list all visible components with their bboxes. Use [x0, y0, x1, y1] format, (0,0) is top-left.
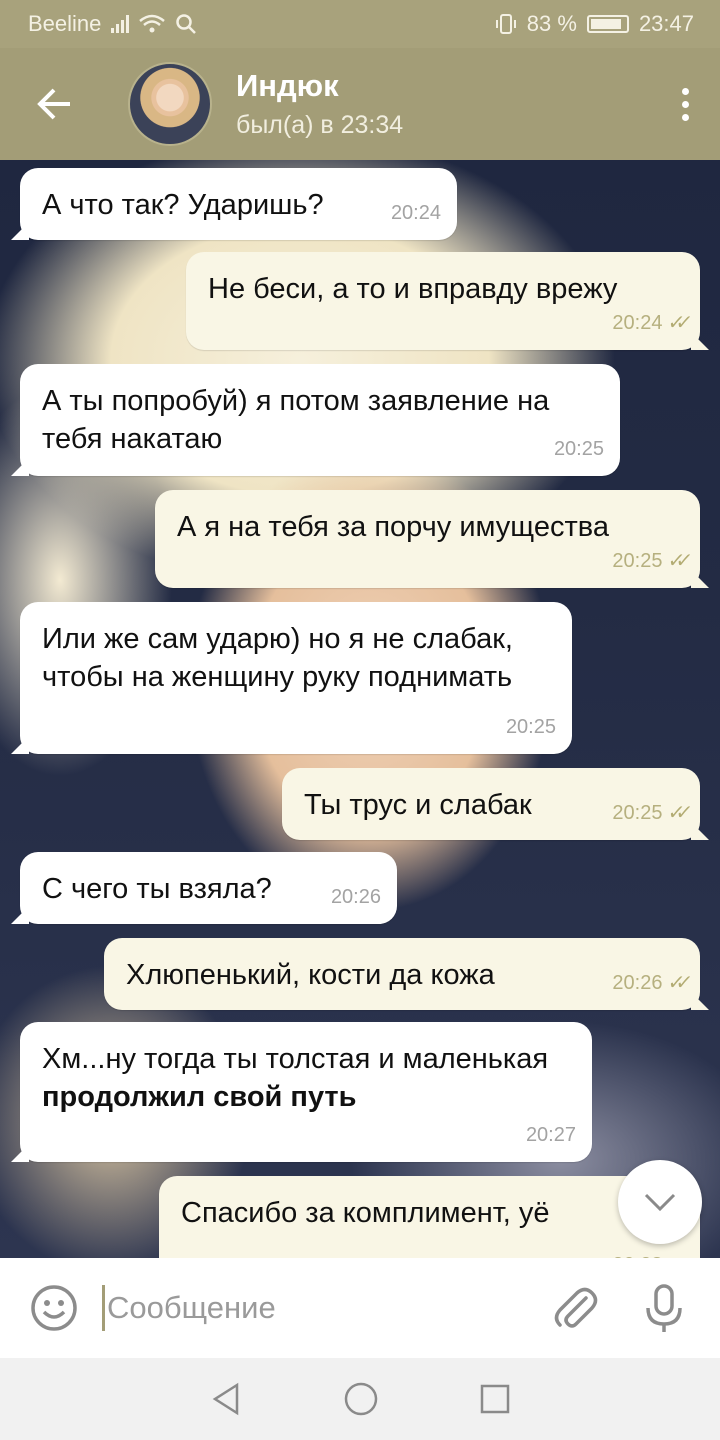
read-ticks-icon: ✓✓	[666, 802, 686, 824]
message-input-wrapper	[102, 1285, 542, 1331]
message-bubble-incoming[interactable]: С чего ты взяла? 20:26	[20, 852, 397, 924]
avatar[interactable]	[128, 62, 212, 146]
message-bubble-outgoing[interactable]: Ты трус и слабак 20:25 ✓✓	[282, 768, 700, 840]
contact-info[interactable]: Индюк был(а) в 23:34	[236, 67, 650, 141]
carrier-label: Beeline	[28, 11, 102, 36]
read-ticks-icon: ✓✓	[666, 550, 686, 572]
message-bold-text: продолжил свой путь	[42, 1081, 357, 1113]
message-input[interactable]	[107, 1290, 527, 1326]
message-text: Ты трус и слабак	[304, 789, 532, 821]
message-text: А я на тебя за порчу имущества	[177, 511, 609, 543]
message-bubble-incoming[interactable]: А что так? Ударишь? 20:24	[20, 168, 457, 240]
contact-name: Индюк	[236, 68, 339, 103]
more-vertical-icon[interactable]	[650, 48, 720, 160]
message-text: Спасибо за комплимент, уё	[181, 1197, 550, 1229]
last-seen-status: был(а) в 23:34	[236, 111, 404, 139]
back-button[interactable]	[0, 48, 110, 160]
message-text: Не беси, а то и вправду врежу	[208, 273, 618, 305]
message-text: Или же сам ударю) но я не слабак, чтобы …	[42, 623, 513, 693]
microphone-icon[interactable]	[636, 1280, 692, 1336]
message-time: 20:27	[525, 1124, 576, 1146]
message-time: 20:25	[612, 550, 663, 572]
read-ticks-icon: ✓✓	[666, 972, 686, 994]
message-time: 20:26	[330, 886, 381, 908]
message-time: 20:25	[553, 438, 604, 460]
message-bubble-outgoing[interactable]: Хлюпенький, кости да кожа 20:26 ✓✓	[104, 938, 700, 1010]
arrow-left-icon	[37, 88, 70, 120]
smiley-icon[interactable]	[28, 1282, 80, 1334]
message-bubble-incoming[interactable]: А ты попробуй) я потом заявление на тебя…	[20, 364, 620, 476]
message-time: 20:25	[612, 802, 663, 824]
message-bubble-outgoing[interactable]: Спасибо за комплимент, уё 20:28 ✓✓	[159, 1176, 700, 1258]
message-time: 20:24	[612, 312, 663, 334]
vibrate-icon	[495, 14, 516, 34]
clock: 23:47	[638, 11, 694, 36]
message-bubble-incoming[interactable]: Или же сам ударю) но я не слабак, чтобы …	[20, 602, 572, 754]
message-text: Хлюпенький, кости да кожа	[126, 959, 495, 991]
message-time: 20:28	[612, 1246, 662, 1258]
system-navigation-bar	[0, 1358, 720, 1440]
message-time: 20:26	[612, 972, 663, 994]
read-ticks-icon: ✓✓	[666, 1246, 687, 1258]
status-bar: Beeline 83 % 23:47	[0, 0, 720, 48]
chevron-down-icon	[644, 1193, 676, 1212]
paperclip-icon[interactable]	[546, 1280, 602, 1336]
message-list[interactable]: А что так? Ударишь? 20:24 Не беси, а то …	[0, 160, 720, 1258]
chat-header: Индюк был(а) в 23:34	[0, 48, 720, 160]
message-text: А ты попробуй) я потом заявление на тебя…	[42, 385, 550, 455]
nav-back-icon[interactable]	[209, 1382, 243, 1416]
nav-home-icon[interactable]	[343, 1381, 379, 1417]
message-composer	[0, 1258, 720, 1358]
message-bubble-incoming[interactable]: Хм...ну тогда ты толстая и маленькая про…	[20, 1022, 592, 1162]
read-ticks-icon: ✓✓	[666, 312, 686, 334]
scroll-down-button[interactable]	[618, 1160, 702, 1244]
signal-icon	[111, 15, 130, 33]
battery-percent: 83 %	[526, 11, 577, 36]
message-text: А что так? Ударишь?	[42, 189, 324, 221]
wifi-icon	[139, 14, 166, 33]
message-bubble-outgoing[interactable]: Не беси, а то и вправду врежу 20:24 ✓✓	[186, 252, 700, 350]
message-time: 20:24	[390, 202, 441, 224]
message-text: С чего ты взяла?	[42, 873, 272, 905]
text-cursor	[102, 1285, 105, 1331]
message-text: Хм...ну тогда ты толстая и маленькая	[42, 1043, 549, 1075]
message-bubble-outgoing[interactable]: А я на тебя за порчу имущества 20:25 ✓✓	[155, 490, 700, 588]
nav-recents-icon[interactable]	[479, 1383, 511, 1415]
message-time: 20:25	[505, 716, 556, 738]
search-icon	[176, 14, 197, 34]
battery-icon	[586, 15, 629, 33]
